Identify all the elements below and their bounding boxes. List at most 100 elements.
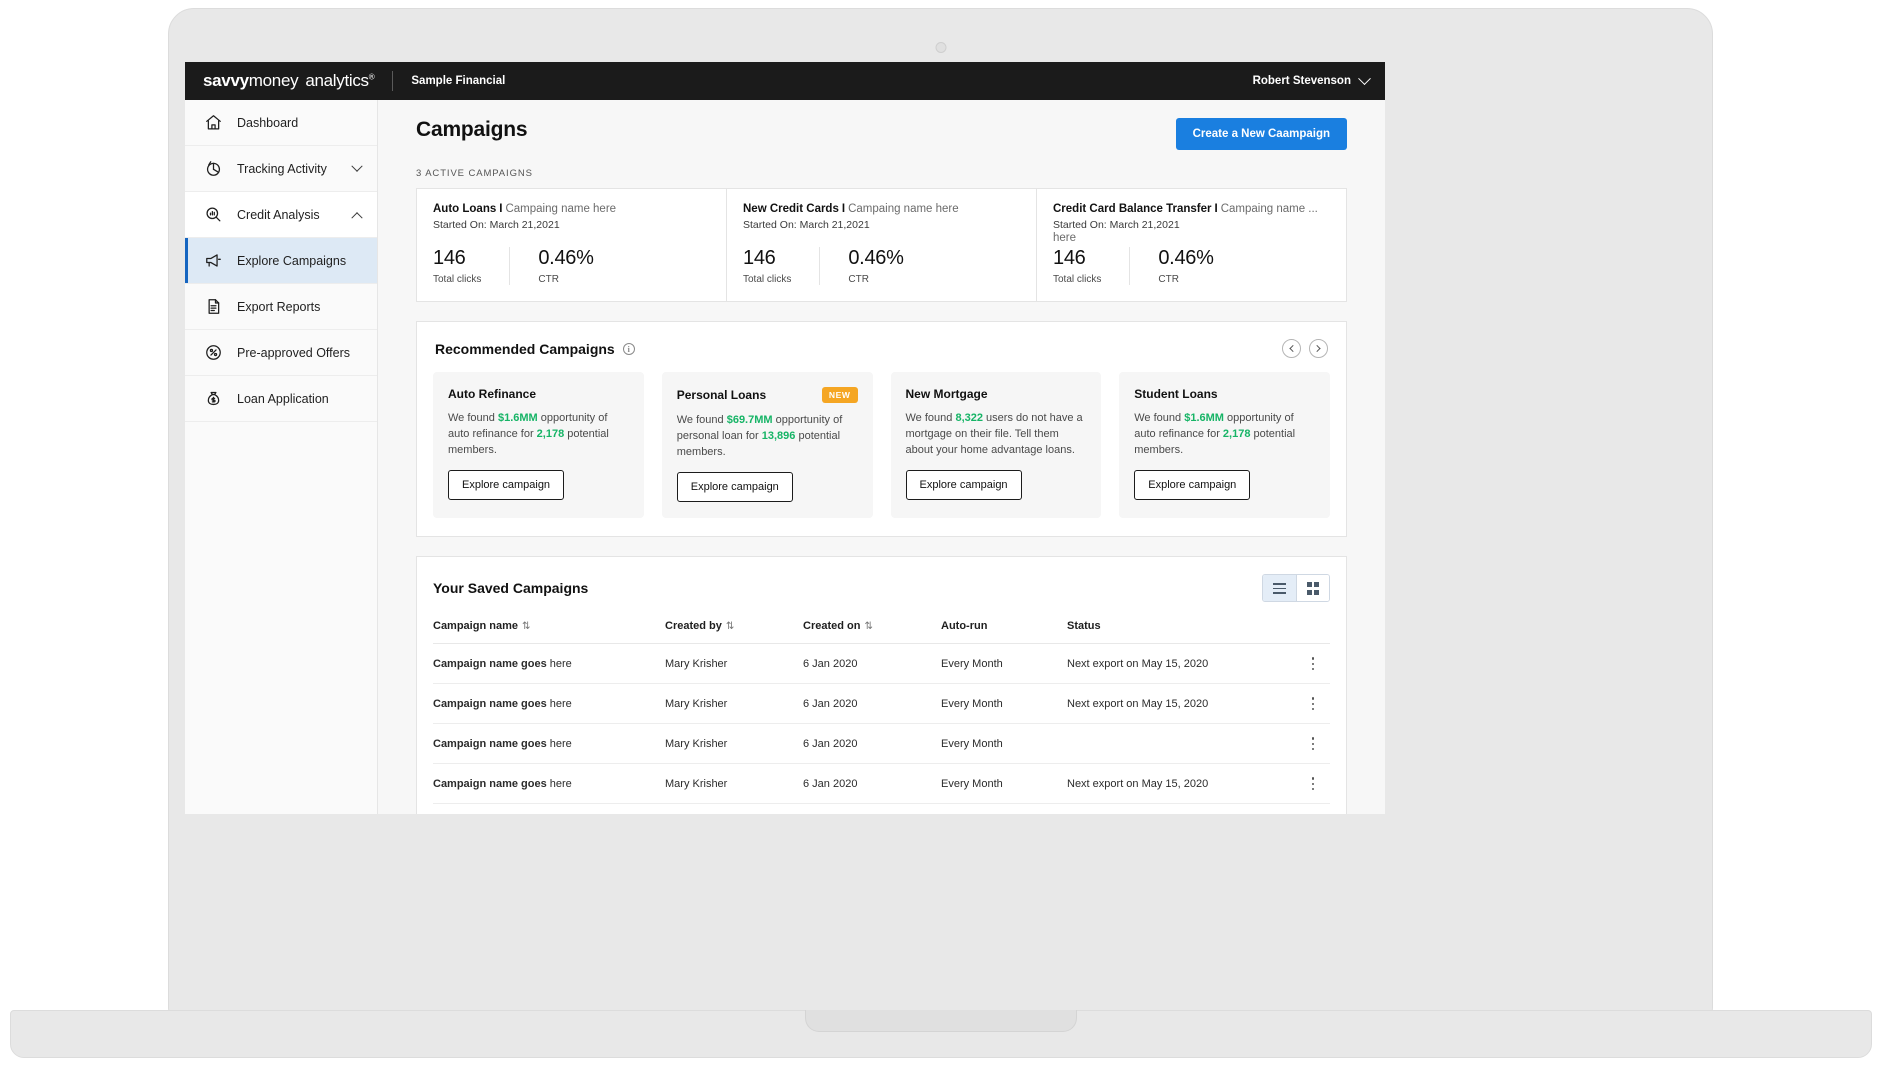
rec-highlight-amount: $69.7MM — [727, 414, 773, 426]
table-header-row: Campaign name ⇅ Created by⇅ Created on⇅ A… — [433, 620, 1330, 644]
campaign-name-rest: here — [547, 778, 572, 790]
brand-analytics: analytics — [305, 71, 368, 90]
campaign-stats: 146 Total clicks 0.46% CTR — [1053, 247, 1330, 285]
sidebar-item-explore-campaigns[interactable]: Explore Campaigns — [185, 238, 377, 284]
ctr-value: 0.46% — [848, 247, 903, 270]
cell-created-by: Mary Krisher — [665, 804, 803, 814]
cell-auto-run: Every Month — [941, 684, 1067, 724]
table-row[interactable]: Campaign name goes here Mary Krisher 6 J… — [433, 724, 1330, 764]
campaign-title: New Credit CardsICampaing name here — [743, 203, 1020, 215]
column-header-campaign-name[interactable]: Campaign name ⇅ — [433, 620, 665, 644]
sidebar: Dashboard Tracking Activity — [185, 100, 378, 814]
user-menu[interactable]: Robert Stevenson — [1253, 75, 1369, 87]
list-view-icon[interactable] — [1263, 575, 1296, 601]
campaign-started-on-wrapper: Started On: March 21,2021 here — [1053, 219, 1330, 231]
ctr-value: 0.46% — [1158, 247, 1213, 270]
create-new-campaign-button[interactable]: Create a New Caampaign — [1176, 118, 1347, 150]
tenant-name: Sample Financial — [411, 75, 505, 87]
sidebar-item-tracking-activity[interactable]: Tracking Activity — [185, 146, 377, 192]
campaign-started-on: Started On: March 21,2021 — [1053, 219, 1180, 231]
cell-auto-run: Every Month — [941, 764, 1067, 804]
chevron-up-icon[interactable] — [351, 212, 362, 223]
active-campaign-card[interactable]: New Credit CardsICampaing name here Star… — [727, 188, 1037, 302]
campaign-started-on: Started On: March 21,2021 — [743, 219, 1020, 231]
column-header-created-by[interactable]: Created by⇅ — [665, 620, 803, 644]
active-campaign-card[interactable]: Auto LoansICampaing name here Started On… — [416, 188, 727, 302]
stat-ctr: 0.46% CTR — [819, 247, 931, 285]
document-icon — [204, 297, 223, 316]
campaign-name-rest: here — [547, 738, 572, 750]
rec-text-part: We found — [677, 414, 727, 426]
brand-trademark: ® — [369, 72, 375, 81]
grid-view-icon[interactable] — [1296, 575, 1329, 601]
percent-icon — [204, 343, 223, 362]
cell-created-on: 6 Jan 2020 — [803, 804, 941, 814]
ctr-label: CTR — [1158, 274, 1213, 285]
row-menu-icon[interactable] — [1306, 777, 1320, 790]
recommendation-text: We found $1.6MM opportunity of auto refi… — [448, 410, 629, 458]
table-row[interactable]: Campaign name goes here Mary Krisher 6 J… — [433, 684, 1330, 724]
sidebar-item-pre-approved-offers[interactable]: Pre-approved Offers — [185, 330, 377, 376]
chevron-right-icon — [1314, 345, 1321, 352]
sort-icon: ⇅ — [864, 621, 872, 632]
recommendation-title: Personal Loans — [677, 388, 766, 402]
sidebar-label-pre-approved-offers: Pre-approved Offers — [237, 346, 377, 360]
sidebar-item-dashboard[interactable]: Dashboard — [185, 100, 377, 146]
cell-created-by: Mary Krisher — [665, 724, 803, 764]
sort-icon: ⇅ — [522, 621, 530, 632]
recommendation-title: New Mortgage — [906, 387, 988, 401]
cell-campaign-name: Campaign name goes here — [433, 644, 665, 684]
total-clicks-value: 146 — [1053, 247, 1101, 270]
recommendation-header: New Mortgage — [906, 387, 1087, 401]
carousel-prev-button[interactable] — [1282, 339, 1301, 358]
cell-status: Next export on May 15, 2020 — [1067, 644, 1306, 684]
row-menu-icon[interactable] — [1306, 737, 1320, 750]
carousel-navigation — [1282, 339, 1328, 358]
row-menu-icon[interactable] — [1306, 697, 1320, 710]
cell-created-by: Mary Krisher — [665, 684, 803, 724]
saved-campaigns-panel: Your Saved Campaigns Campaign name⇅ — [416, 556, 1347, 814]
column-header-created-on[interactable]: Created on⇅ — [803, 620, 941, 644]
stat-total-clicks: 146 Total clicks — [743, 247, 819, 285]
brand-divider — [392, 71, 393, 91]
column-label: Campaign name — [433, 620, 518, 632]
rec-text-part: We found — [906, 412, 956, 424]
active-campaign-card[interactable]: Credit Card Balance TransferICampaing na… — [1037, 188, 1347, 302]
carousel-next-button[interactable] — [1309, 339, 1328, 358]
explore-campaign-button[interactable]: Explore campaign — [1134, 470, 1250, 500]
column-label: Auto-run — [941, 620, 987, 632]
cell-created-on: 6 Jan 2020 — [803, 764, 941, 804]
table-row[interactable]: Campaign name goes here Mary Krisher 6 J… — [433, 804, 1330, 814]
sidebar-item-export-reports[interactable]: Export Reports — [185, 284, 377, 330]
webcam-icon — [935, 42, 946, 53]
sidebar-item-credit-analysis[interactable]: Credit Analysis — [185, 192, 377, 238]
table-row[interactable]: Campaign name goes here Mary Krisher 6 J… — [433, 764, 1330, 804]
row-menu-icon[interactable] — [1306, 657, 1320, 670]
explore-campaign-button[interactable]: Explore campaign — [677, 472, 793, 502]
info-icon[interactable]: i — [623, 343, 635, 355]
sidebar-item-loan-application[interactable]: Loan Application — [185, 376, 377, 422]
cell-actions — [1306, 644, 1330, 684]
table-row[interactable]: Campaign name goes here Mary Krisher 6 J… — [433, 644, 1330, 684]
total-clicks-value: 146 — [433, 247, 481, 270]
explore-campaign-button[interactable]: Explore campaign — [906, 470, 1022, 500]
column-header-status: Status — [1067, 620, 1306, 644]
campaign-started-on: Started On: March 21,2021 — [433, 219, 710, 231]
sidebar-label-loan-application: Loan Application — [237, 392, 377, 406]
active-campaigns-row: Auto LoansICampaing name here Started On… — [416, 188, 1347, 302]
cell-campaign-name: Campaign name goes here — [433, 684, 665, 724]
sidebar-label-credit-analysis: Credit Analysis — [237, 208, 339, 222]
explore-campaign-button[interactable]: Explore campaign — [448, 470, 564, 500]
campaign-title: Credit Card Balance TransferICampaing na… — [1053, 203, 1330, 215]
rec-highlight-count: 8,322 — [955, 412, 983, 424]
sort-icon: ⇅ — [726, 621, 734, 632]
ctr-label: CTR — [848, 274, 903, 285]
cell-created-on: 6 Jan 2020 — [803, 724, 941, 764]
cell-actions — [1306, 804, 1330, 814]
chevron-down-icon[interactable] — [351, 160, 362, 171]
total-clicks-label: Total clicks — [1053, 274, 1101, 285]
cell-campaign-name: Campaign name goes here — [433, 764, 665, 804]
recommendation-title: Auto Refinance — [448, 387, 536, 401]
laptop-notch — [805, 1010, 1077, 1032]
brand-logo[interactable]: savvymoneyanalytics® — [203, 71, 374, 91]
